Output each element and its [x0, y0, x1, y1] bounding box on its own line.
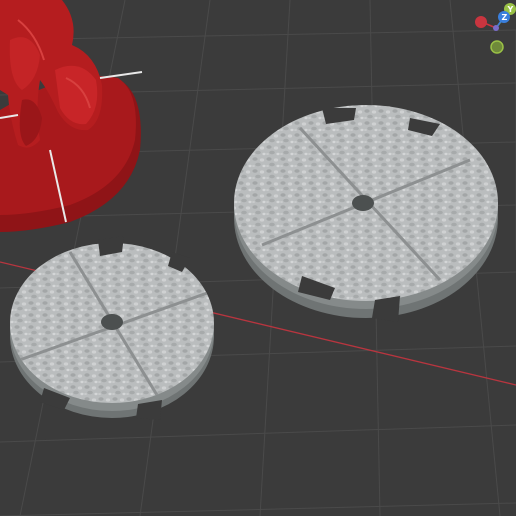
- x-axis-handle[interactable]: [475, 16, 487, 28]
- view-gizmo[interactable]: Y Z: [475, 3, 516, 54]
- large-textured-base[interactable]: [230, 100, 500, 322]
- 3d-viewport[interactable]: Y Z: [0, 0, 516, 516]
- y-negative-handle[interactable]: [490, 40, 504, 54]
- y-axis-label: Y: [507, 5, 514, 14]
- center-handle[interactable]: [493, 25, 499, 31]
- z-axis-label: Z: [502, 13, 508, 22]
- figure-ref-line: [99, 71, 143, 79]
- miniature-figure[interactable]: [0, 0, 141, 232]
- small-textured-base[interactable]: [8, 236, 218, 420]
